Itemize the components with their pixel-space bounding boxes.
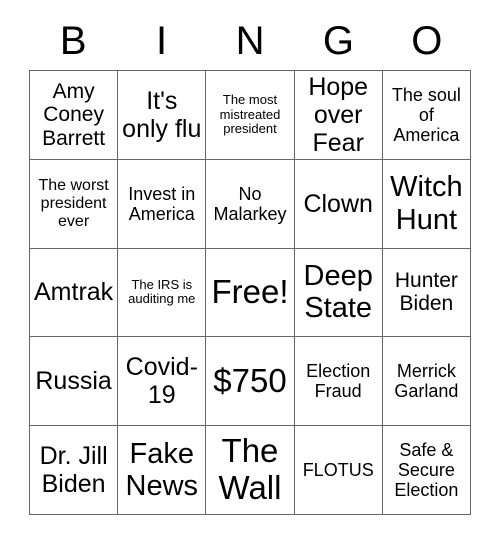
bingo-grid: Amy Coney Barrett It's only flu The most m… [29,70,471,515]
bingo-cell[interactable]: Dr. Jill Biden [30,426,119,515]
bingo-cell[interactable]: The IRS is auditing me [118,248,207,338]
bingo-cell[interactable]: Hope over Fear [294,71,383,160]
bingo-cell-label: $750 [213,361,287,399]
bingo-cell-label: Hope over Fear [308,72,369,157]
bingo-cell-label: Clown [303,189,373,218]
bingo-cell-label: Invest in America [128,183,196,224]
bingo-cell-label: Amtrak [34,278,114,307]
bingo-cell[interactable]: Invest in America [118,159,207,249]
bingo-card: BINGO Amy Coney Barrett It's only flu The … [0,0,500,544]
bingo-cell[interactable]: The soul of America [382,71,471,160]
bingo-cell-label: Russia [35,367,112,396]
bingo-cell[interactable]: Deep State [294,248,383,338]
bingo-cell[interactable]: The most mistreated president [206,71,295,160]
bingo-cell-label: Witch Hunt [390,171,463,236]
bingo-cell-label: The soul of America [391,84,461,145]
bingo-cell[interactable]: Amtrak [30,248,119,338]
bingo-cell-label: FLOTUS [302,460,374,481]
bingo-cell-label: Merrick Garland [394,361,459,402]
bingo-cell[interactable]: No Malarkey [206,159,295,249]
bingo-cell[interactable]: Witch Hunt [382,159,471,249]
bingo-cell[interactable]: Safe & Secure Election [382,426,471,515]
bingo-header-letter-g: G [322,19,354,63]
bingo-header-letter-i: I [156,19,168,63]
bingo-cell-label: Free! [211,273,289,311]
bingo-cell-label: Deep State [303,260,373,325]
bingo-cell-label: It's only flu [122,86,202,143]
bingo-cell-label: The Wall [218,432,282,507]
bingo-cell-label: Fake News [125,437,199,503]
bingo-cell-label: Covid-19 [125,353,198,410]
bingo-cell-label: The worst president ever [38,176,109,230]
bingo-cell-label: Election Fraud [306,361,371,402]
bingo-cell-label: Dr. Jill Biden [39,442,108,499]
bingo-header-letter-n: N [235,19,265,63]
bingo-cell[interactable]: Hunter Biden [382,248,471,338]
bingo-cell[interactable]: It's only flu [118,71,207,160]
bingo-cell[interactable]: $750 [206,337,295,427]
bingo-cell-label: Amy Coney Barrett [42,79,106,150]
bingo-cell[interactable]: Russia [30,337,119,427]
bingo-cell[interactable]: Covid-19 [118,337,207,427]
bingo-cell[interactable]: FLOTUS [294,426,383,515]
bingo-cell[interactable]: Free! [206,248,295,338]
bingo-cell[interactable]: The worst president ever [30,159,119,249]
bingo-cell[interactable]: The Wall [206,426,295,515]
bingo-header: BINGO [29,14,471,68]
bingo-cell[interactable]: Clown [294,159,383,249]
bingo-cell-label: The IRS is auditing me [128,276,196,307]
bingo-cell-label: Safe & Secure Election [394,439,459,501]
bingo-cell-label: No Malarkey [213,183,287,224]
bingo-cell-label: The most mistreated president [219,92,281,137]
bingo-cell[interactable]: Election Fraud [294,337,383,427]
bingo-cell-label: Hunter Biden [394,268,458,316]
bingo-cell[interactable]: Amy Coney Barrett [30,71,119,160]
bingo-cell[interactable]: Merrick Garland [382,337,471,427]
bingo-header-letter-o: O [411,19,443,63]
bingo-cell[interactable]: Fake News [118,426,207,515]
bingo-header-letter-b: B [59,19,87,63]
